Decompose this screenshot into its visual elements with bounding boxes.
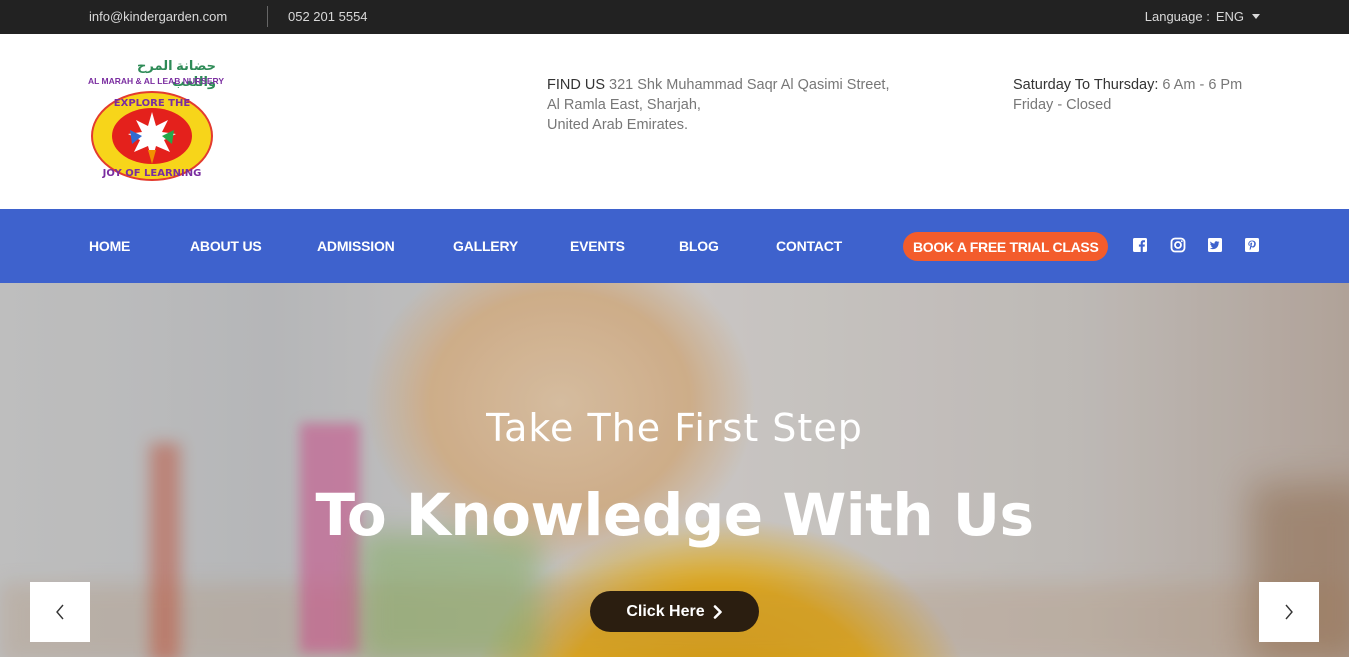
nav-item-gallery[interactable]: GALLERY: [453, 238, 518, 254]
hero-subtitle: Take The First Step: [486, 406, 863, 450]
language-label: Language :: [1144, 9, 1210, 24]
address-line-1: 321 Shk Muhammad Saqr Al Qasimi Street,: [609, 77, 890, 93]
logo-badge-icon: EXPLORE THE JOY OF LEARNING: [91, 91, 213, 181]
phone-link[interactable]: 052 201 5554: [288, 9, 368, 24]
nav-item-contact[interactable]: CONTACT: [776, 238, 842, 254]
find-us-label: FIND US: [547, 77, 605, 93]
language-value[interactable]: ENG: [1216, 9, 1244, 24]
slider-prev-button[interactable]: [30, 582, 90, 642]
chevron-right-icon: [713, 604, 722, 619]
address-line-3: United Arab Emirates.: [547, 117, 689, 133]
hours-value: 6 Am - 6 Pm: [1162, 77, 1243, 93]
facebook-icon[interactable]: [1132, 237, 1148, 253]
hero-cta-button[interactable]: Click Here: [590, 591, 759, 632]
chevron-left-icon: [56, 604, 64, 620]
hero-slider: Take The First Step To Knowledge With Us…: [0, 283, 1349, 657]
main-nav: HOME ABOUT US ADMISSION GALLERY EVENTS B…: [0, 209, 1349, 283]
chevron-right-icon: [1285, 604, 1293, 620]
book-trial-button[interactable]: BOOK A FREE TRIAL CLASS: [903, 232, 1109, 261]
twitter-icon[interactable]: [1207, 237, 1223, 253]
pinterest-icon[interactable]: [1244, 237, 1260, 253]
opening-hours: Saturday To Thursday: 6 Am - 6 Pm Friday…: [1013, 75, 1242, 115]
address-line-2: Al Ramla East, Sharjah,: [547, 97, 701, 113]
logo-badge-bottom-text: JOY OF LEARNING: [102, 168, 202, 179]
top-bar: info@kindergarden.com 052 201 5554 Langu…: [0, 0, 1349, 34]
site-logo[interactable]: حضانة المرح واللعب AL MARAH & AL LEAB NU…: [88, 56, 224, 184]
nav-item-home[interactable]: HOME: [89, 238, 130, 254]
logo-english-text: AL MARAH & AL LEAB NURSERY: [88, 76, 225, 86]
instagram-icon[interactable]: [1170, 237, 1186, 253]
caret-down-icon: [1252, 14, 1260, 19]
nav-item-events[interactable]: EVENTS: [570, 238, 625, 254]
hours-label: Saturday To Thursday:: [1013, 77, 1159, 93]
nav-item-blog[interactable]: BLOG: [679, 238, 719, 254]
nav-item-about-us[interactable]: ABOUT US: [190, 238, 262, 254]
hero-cta-label: Click Here: [626, 602, 705, 620]
address-block: FIND US 321 Shk Muhammad Saqr Al Qasimi …: [547, 75, 890, 135]
hero-title: To Knowledge With Us: [315, 481, 1034, 549]
hours-closed: Friday - Closed: [1013, 97, 1112, 113]
email-link[interactable]: info@kindergarden.com: [89, 9, 227, 24]
language-selector[interactable]: Language : ENG: [1145, 9, 1260, 24]
slider-next-button[interactable]: [1259, 582, 1319, 642]
site-header: حضانة المرح واللعب AL MARAH & AL LEAB NU…: [0, 34, 1349, 209]
logo-badge-top-text: EXPLORE THE: [114, 98, 191, 109]
topbar-divider: [267, 6, 268, 27]
nav-item-admission[interactable]: ADMISSION: [317, 238, 395, 254]
